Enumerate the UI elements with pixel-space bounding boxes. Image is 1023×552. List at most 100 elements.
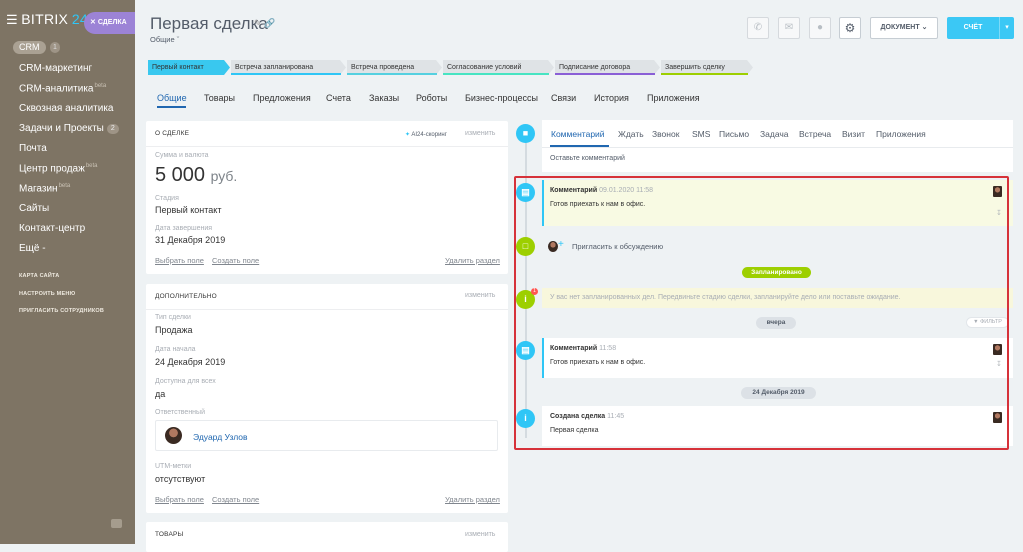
call-button[interactable]: ✆ <box>747 17 769 39</box>
tasks-counter: 2 <box>106 124 119 134</box>
divider <box>146 309 508 310</box>
additional-card: ДОПОЛНИТЕЛЬНО изменить Тип сделки Продаж… <box>146 284 508 513</box>
edit-pencil-icon[interactable]: ✎ <box>254 18 262 28</box>
editor-tab-call[interactable]: Звонок <box>652 129 679 139</box>
sidebar-item-crm-analytics[interactable]: CRM-аналитикаbeta <box>19 83 106 94</box>
deal-chip[interactable]: ✕ СДЕЛКА <box>84 12 135 34</box>
delete-section-link[interactable]: Удалить раздел <box>445 256 500 265</box>
ai-scoring-button[interactable]: ✦ AI24-скоринг <box>405 131 447 138</box>
editor-tab-visit[interactable]: Визит <box>842 129 865 139</box>
document-button[interactable]: ДОКУМЕНТ ⌄ <box>870 17 938 39</box>
public-value: да <box>155 389 166 399</box>
divider <box>146 146 508 147</box>
close-icon[interactable]: ✕ <box>90 19 96 26</box>
edit-link[interactable]: изменить <box>465 531 495 538</box>
select-field-link[interactable]: Выбрать поле <box>155 495 204 504</box>
tab-business-processes[interactable]: Бизнес-процессы <box>465 93 538 103</box>
page-title: Первая сделка <box>150 14 268 33</box>
products-card: ТОВАРЫ изменить <box>146 522 508 552</box>
stage-color-line <box>661 73 748 75</box>
card-heading: ДОПОЛНИТЕЛЬНО <box>155 293 217 300</box>
editor-tab-comment[interactable]: Комментарий <box>551 129 605 139</box>
settings-button[interactable]: ⚙ <box>839 17 861 39</box>
tab-general[interactable]: Общие <box>157 93 187 103</box>
sidebar-item-sales-center[interactable]: Центр продажbeta <box>19 163 98 174</box>
editor-tab-sms[interactable]: SMS <box>692 129 710 139</box>
close-date-value: 31 Декабря 2019 <box>155 235 226 245</box>
delete-section-link[interactable]: Удалить раздел <box>445 495 500 504</box>
category-selector[interactable]: Общие ˇ <box>150 35 179 44</box>
invoice-dropdown-button[interactable]: ▾ <box>999 17 1014 39</box>
field-label: Дата завершения <box>155 225 213 232</box>
chevron-down-icon: ˇ <box>176 35 180 44</box>
tab-quotes[interactable]: Предложения <box>253 93 311 103</box>
stage-value: Первый контакт <box>155 205 222 215</box>
avatar <box>165 427 182 444</box>
tab-applications[interactable]: Приложения <box>647 93 700 103</box>
sidebar-item-tasks[interactable]: Задачи и Проекты 2 <box>19 123 119 134</box>
sidebar-item-contact-center[interactable]: Контакт-центр <box>19 223 85 234</box>
stage-color-line <box>443 73 549 75</box>
editor-tab-task[interactable]: Задача <box>760 129 789 139</box>
responsible-name-link[interactable]: Эдуард Узлов <box>193 432 248 442</box>
phone-icon: ✆ <box>753 22 763 33</box>
deal-chip-label: СДЕЛКА <box>97 19 127 26</box>
menu-icon[interactable]: ☰ <box>6 12 18 27</box>
bitrix24-logo[interactable]: ☰ BITRIX 24 <box>6 11 88 28</box>
deal-amount: 5 000 руб. <box>155 164 238 186</box>
printer-icon[interactable] <box>111 519 122 528</box>
stage-color-line <box>555 73 655 75</box>
chat-icon: ● <box>816 22 824 33</box>
tab-history[interactable]: История <box>594 93 629 103</box>
envelope-icon: ✉ <box>784 22 794 33</box>
invite-employees-link[interactable]: ПРИГЛАСИТЬ СОТРУДНИКОВ <box>19 308 104 314</box>
comment-input[interactable]: Оставьте комментарий <box>550 155 625 162</box>
sidebar-item-more[interactable]: Ещё - <box>19 243 46 254</box>
field-label: Ответственный <box>155 409 205 416</box>
beta-label: beta <box>85 163 98 169</box>
crm-counter: 1 <box>50 42 60 53</box>
chat-button[interactable]: ● <box>809 17 831 39</box>
edit-link[interactable]: изменить <box>465 130 495 137</box>
stage-color-line <box>347 73 437 75</box>
stage-first-contact[interactable]: Первый контакт <box>148 60 230 75</box>
beta-label: beta <box>94 83 107 89</box>
email-button[interactable]: ✉ <box>778 17 800 39</box>
sidebar-item-end-to-end-analytics[interactable]: Сквозная аналитика <box>19 103 114 114</box>
sidebar-item-crm-marketing[interactable]: CRM-маркетинг <box>19 63 92 74</box>
editor-tab-email[interactable]: Письмо <box>719 129 749 139</box>
configure-menu-link[interactable]: НАСТРОИТЬ МЕНЮ <box>19 291 75 297</box>
edit-link[interactable]: изменить <box>465 292 495 299</box>
scoring-icon: ✦ <box>405 132 411 138</box>
beta-label: beta <box>58 183 71 189</box>
responsible-person[interactable]: Эдуард Узлов <box>155 420 498 451</box>
editor-tab-meeting[interactable]: Встреча <box>799 129 831 139</box>
start-date-value: 24 Декабря 2019 <box>155 357 226 367</box>
field-label: Тип сделки <box>155 314 191 321</box>
link-icon[interactable]: 🔗 <box>264 18 275 28</box>
about-deal-card: О СДЕЛКЕ ✦ AI24-скоринг изменить Сумма и… <box>146 121 508 274</box>
sidebar-item-mail[interactable]: Почта <box>19 143 47 154</box>
select-field-link[interactable]: Выбрать поле <box>155 256 204 265</box>
sitemap-link[interactable]: КАРТА САЙТА <box>19 273 59 279</box>
tab-products[interactable]: Товары <box>204 93 235 103</box>
sidebar-crm-badge[interactable]: CRM <box>13 41 46 54</box>
field-label: Сумма и валюта <box>155 152 209 159</box>
tab-robots[interactable]: Роботы <box>416 93 447 103</box>
editor-tab-wait[interactable]: Ждать <box>618 129 644 139</box>
invoice-button[interactable]: СЧЁТ <box>947 17 999 39</box>
editor-tab-applications[interactable]: Приложения <box>876 129 926 139</box>
currency: руб. <box>210 168 238 184</box>
logo-text: BITRIX <box>21 11 69 27</box>
tab-orders[interactable]: Заказы <box>369 93 399 103</box>
tab-invoices[interactable]: Счета <box>326 93 351 103</box>
sidebar-item-sites[interactable]: Сайты <box>19 203 49 214</box>
stage-color-line <box>231 73 341 75</box>
create-field-link[interactable]: Создать поле <box>212 495 259 504</box>
sidebar-item-store[interactable]: Магазинbeta <box>19 183 70 194</box>
utm-value: отсутствуют <box>155 474 206 484</box>
chevron-down-icon: ⌄ <box>921 24 928 31</box>
tab-relations[interactable]: Связи <box>551 93 576 103</box>
field-label: UTM-метки <box>155 463 192 470</box>
create-field-link[interactable]: Создать поле <box>212 256 259 265</box>
